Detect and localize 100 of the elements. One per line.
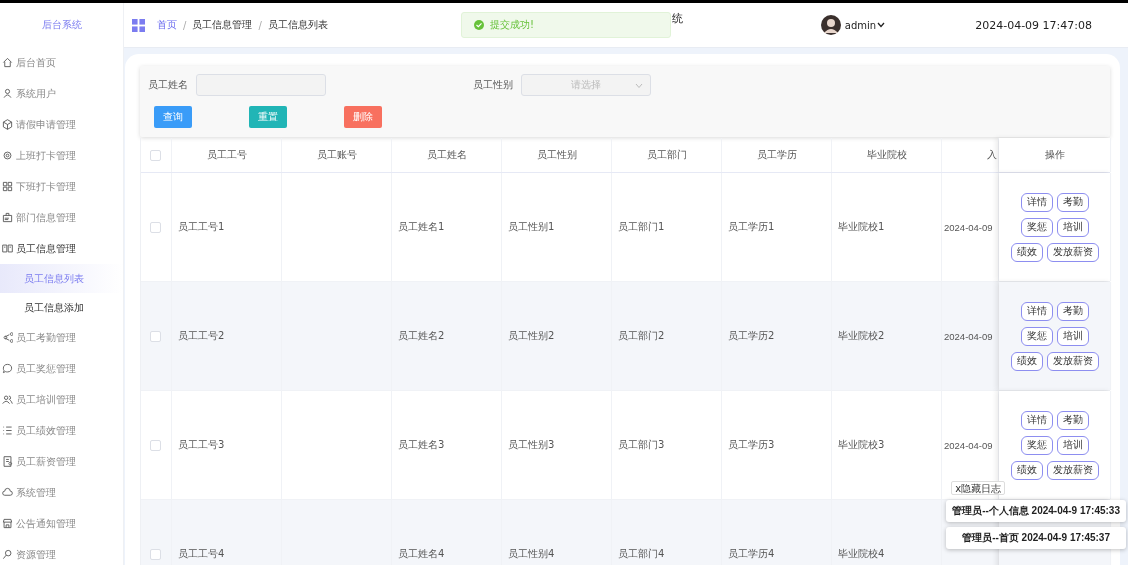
app-title: 后台系统 — [40, 18, 83, 32]
share-icon — [2, 332, 13, 343]
table-cell: 员工姓名2 — [398, 329, 445, 343]
action-button[interactable]: 发放薪资 — [1046, 351, 1099, 371]
menu-item[interactable]: 员工薪资管理 — [0, 446, 123, 477]
people-icon — [2, 394, 13, 405]
action-button[interactable]: 培训 — [1056, 326, 1089, 346]
table-cell: 员工姓名4 — [398, 547, 445, 561]
action-button[interactable]: 发放薪资 — [1046, 242, 1099, 262]
magnifier-icon — [2, 549, 13, 560]
breadcrumb-item[interactable]: 首页 — [157, 18, 177, 32]
log-entry: 管理员--首页 2024-04-9 17:45:37 — [946, 527, 1126, 549]
breadcrumb-item: 员工信息列表 — [267, 18, 328, 32]
action-button[interactable]: 绩效 — [1010, 242, 1043, 262]
caret-icon[interactable] — [877, 22, 886, 28]
system-title: 统 — [672, 11, 683, 26]
menu-item[interactable]: 请假申请管理 — [0, 109, 123, 140]
table-cell: 毕业院校3 — [838, 438, 885, 452]
date-time: 2024-04-09 17:47:08 — [975, 18, 1092, 32]
table-cell: 员工部门3 — [618, 438, 665, 452]
table-cell: 员工学历1 — [728, 220, 775, 234]
column-header: 员工学历 — [756, 148, 797, 162]
table-cell: 毕业院校2 — [838, 329, 885, 343]
checkbox[interactable] — [150, 221, 161, 233]
table-cell: 员工姓名1 — [398, 220, 445, 234]
table-cell: 员工学历3 — [728, 438, 775, 452]
log-entry: 管理员--个人信息 2024-04-9 17:45:33 — [946, 500, 1126, 522]
table-cell: 员工性别1 — [508, 220, 555, 234]
action-button[interactable]: 详情 — [1020, 192, 1053, 212]
field-label: 员工姓名 — [148, 78, 188, 92]
column-header: 员工性别 — [536, 148, 577, 162]
table-cell: 员工工号2 — [178, 329, 225, 343]
menu-item[interactable]: 资源管理 — [0, 539, 123, 565]
action-button[interactable]: 考勤 — [1056, 301, 1089, 321]
action-button[interactable]: 详情 — [1020, 301, 1053, 321]
column-header: 员工工号 — [206, 148, 247, 162]
checkbox[interactable] — [150, 439, 161, 451]
table-cell: 员工工号1 — [178, 220, 225, 234]
action-button[interactable]: 绩效 — [1010, 460, 1043, 480]
document-icon — [2, 456, 13, 467]
house-icon — [2, 57, 13, 68]
menu-item[interactable]: 上班打卡管理 — [0, 140, 123, 171]
action-button[interactable]: 发放薪资 — [1046, 460, 1099, 480]
checkbox[interactable] — [150, 548, 161, 560]
action-button[interactable]: 详情 — [1020, 410, 1053, 430]
action-button[interactable]: 考勤 — [1056, 410, 1089, 430]
column-header: 员工部门 — [646, 148, 687, 162]
menu-item[interactable]: 系统管理 — [0, 477, 123, 508]
action-button[interactable]: 绩效 — [1010, 351, 1043, 371]
gear-icon — [2, 150, 13, 161]
menu-item[interactable]: 员工信息管理 — [0, 233, 123, 264]
checkbox[interactable] — [150, 330, 161, 342]
action-button[interactable]: 培训 — [1056, 217, 1089, 237]
table-cell: 2024-04-09 — [944, 439, 993, 451]
toast-message: 提交成功! — [490, 18, 534, 32]
table-cell: 员工学历2 — [728, 329, 775, 343]
action-button[interactable]: 培训 — [1056, 435, 1089, 455]
hide-log-button[interactable]: x隐藏日志 — [951, 481, 1006, 495]
table-cell: 员工性别3 — [508, 438, 555, 452]
avatar-icon[interactable] — [820, 15, 841, 35]
breadcrumb-separator: / — [258, 19, 262, 31]
briefcase-icon — [2, 212, 13, 223]
menu-item[interactable]: 后台首页 — [0, 47, 123, 78]
name-input[interactable] — [196, 74, 326, 96]
chevron-icon[interactable] — [635, 83, 643, 89]
field-label: 员工性别 — [473, 78, 513, 92]
table-cell: 毕业院校1 — [838, 220, 885, 234]
table-cell: 员工性别2 — [508, 329, 555, 343]
menu-item[interactable]: 公告通知管理 — [0, 508, 123, 539]
submenu-item[interactable]: 员工信息添加 — [0, 293, 123, 322]
column-header: 入 — [987, 148, 997, 162]
table-cell: 员工学历4 — [728, 547, 775, 561]
column-header: 员工姓名 — [426, 148, 467, 162]
check-icon — [474, 20, 484, 30]
column-header: 毕业院校 — [866, 148, 907, 162]
menu-item[interactable]: 下班打卡管理 — [0, 171, 123, 202]
store-icon — [2, 518, 13, 529]
table-cell: 2024-04-09 — [944, 330, 993, 342]
action-button[interactable]: 奖惩 — [1020, 217, 1053, 237]
menu-item[interactable]: 员工考勤管理 — [0, 322, 123, 353]
action-button[interactable]: 考勤 — [1056, 192, 1089, 212]
column-header: 操作 — [1044, 148, 1065, 162]
table-cell: 员工工号4 — [178, 547, 225, 561]
menu-item[interactable]: 员工培训管理 — [0, 384, 123, 415]
action-button[interactable]: 奖惩 — [1020, 435, 1053, 455]
grid-icon[interactable] — [132, 18, 145, 32]
chat-icon — [2, 363, 13, 374]
checkbox[interactable] — [150, 149, 161, 161]
list-icon — [2, 425, 13, 436]
action-button[interactable]: 奖惩 — [1020, 326, 1053, 346]
menu-item[interactable]: 员工绩效管理 — [0, 415, 123, 446]
cloud-icon — [2, 487, 13, 498]
menu-item[interactable]: 员工奖惩管理 — [0, 353, 123, 384]
user-menu[interactable]: admin — [844, 19, 877, 31]
table-cell: 员工部门2 — [618, 329, 665, 343]
table-cell: 毕业院校4 — [838, 547, 885, 561]
menu-item[interactable]: 系统用户 — [0, 78, 123, 109]
table-cell: 员工姓名3 — [398, 438, 445, 452]
menu-item[interactable]: 部门信息管理 — [0, 202, 123, 233]
table-cell: 员工性别4 — [508, 547, 555, 561]
